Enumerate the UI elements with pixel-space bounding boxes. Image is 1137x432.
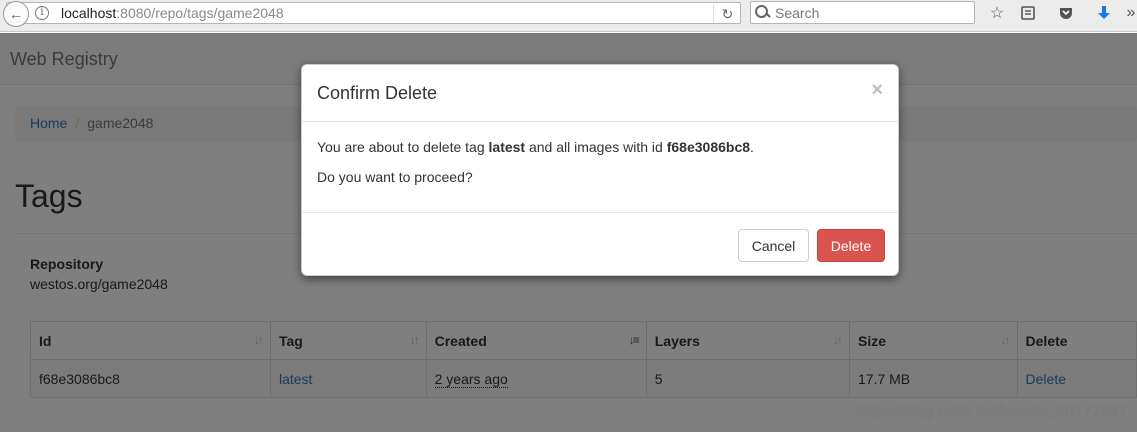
address-bar[interactable]: ← i localhost:8080/repo/tags/game2048 ↻ bbox=[3, 1, 741, 27]
reload-icon[interactable]: ↻ bbox=[713, 5, 741, 23]
search-icon bbox=[755, 4, 769, 20]
info-icon[interactable]: i bbox=[35, 6, 49, 20]
search-input[interactable]: Search bbox=[750, 1, 975, 24]
url-host: localhost bbox=[61, 5, 117, 21]
url-path: :8080/repo/tags/game2048 bbox=[116, 5, 284, 21]
proceed-question: Do you want to proceed? bbox=[317, 169, 473, 185]
reading-list-icon[interactable] bbox=[1019, 4, 1037, 22]
search-placeholder: Search bbox=[775, 5, 820, 21]
close-icon[interactable]: × bbox=[871, 80, 883, 100]
overflow-chevron-icon[interactable]: » bbox=[1122, 4, 1137, 22]
back-arrow-icon[interactable]: ← bbox=[3, 1, 29, 27]
modal-footer: Cancel Delete bbox=[302, 212, 898, 276]
modal-title: Confirm Delete bbox=[317, 83, 438, 103]
modal-body: You are about to delete tag latest and a… bbox=[317, 138, 885, 198]
download-arrow-icon[interactable] bbox=[1095, 4, 1113, 22]
cancel-button[interactable]: Cancel bbox=[738, 229, 809, 262]
delete-button[interactable]: Delete bbox=[817, 229, 885, 262]
bookmark-star-icon[interactable]: ☆ bbox=[988, 4, 1006, 22]
tag-name: latest bbox=[488, 139, 526, 155]
browser-toolbar: ← i localhost:8080/repo/tags/game2048 ↻ … bbox=[0, 0, 1137, 32]
confirm-delete-dialog: Confirm Delete × You are about to delete… bbox=[301, 64, 899, 276]
confirm-message: You are about to delete tag latest and a… bbox=[317, 139, 754, 155]
image-id: f68e3086bc8 bbox=[666, 139, 751, 155]
modal-header: Confirm Delete × bbox=[302, 65, 898, 122]
url-text[interactable]: localhost:8080/repo/tags/game2048 bbox=[61, 5, 284, 21]
pocket-icon[interactable] bbox=[1057, 4, 1075, 22]
